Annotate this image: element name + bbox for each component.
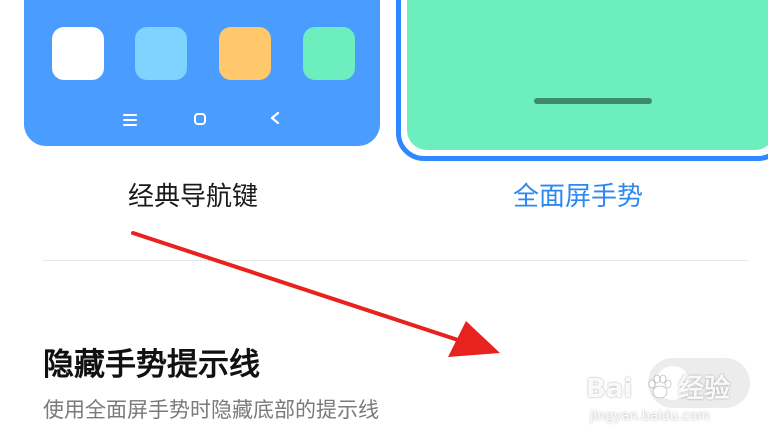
navigation-settings-screen: 经典导航键 全面屏手势 隐藏手势提示线 使用全面屏手势时隐藏底部的提示线 Bai… xyxy=(0,0,768,446)
hide-gesture-line-title: 隐藏手势提示线 xyxy=(43,347,260,383)
gesture-nav-preview-card[interactable] xyxy=(396,0,768,161)
home-icon xyxy=(194,113,206,125)
classic-nav-label[interactable]: 经典导航键 xyxy=(128,177,258,217)
menu-icon xyxy=(123,114,137,126)
gesture-nav-label[interactable]: 全面屏手势 xyxy=(513,177,643,217)
app-tile-orange xyxy=(219,27,271,80)
hide-gesture-line-description: 使用全面屏手势时隐藏底部的提示线 xyxy=(43,398,379,422)
baidu-jingyan-watermark: Bai 经验 jingyan.baidu.com xyxy=(584,372,734,436)
back-icon xyxy=(270,112,280,124)
paw-logo-icon xyxy=(648,374,672,399)
app-tile-white xyxy=(52,27,104,80)
section-divider xyxy=(43,260,748,261)
gesture-hint-line xyxy=(534,98,652,104)
app-tile-green xyxy=(303,27,355,80)
gesture-preview-screen xyxy=(407,0,768,150)
app-tile-blue xyxy=(135,27,187,80)
watermark-url: jingyan.baidu.com xyxy=(590,409,710,424)
classic-nav-preview-card[interactable] xyxy=(24,0,380,146)
watermark-brand-left: Bai xyxy=(586,374,633,404)
watermark-brand-right: 经验 xyxy=(678,374,731,404)
